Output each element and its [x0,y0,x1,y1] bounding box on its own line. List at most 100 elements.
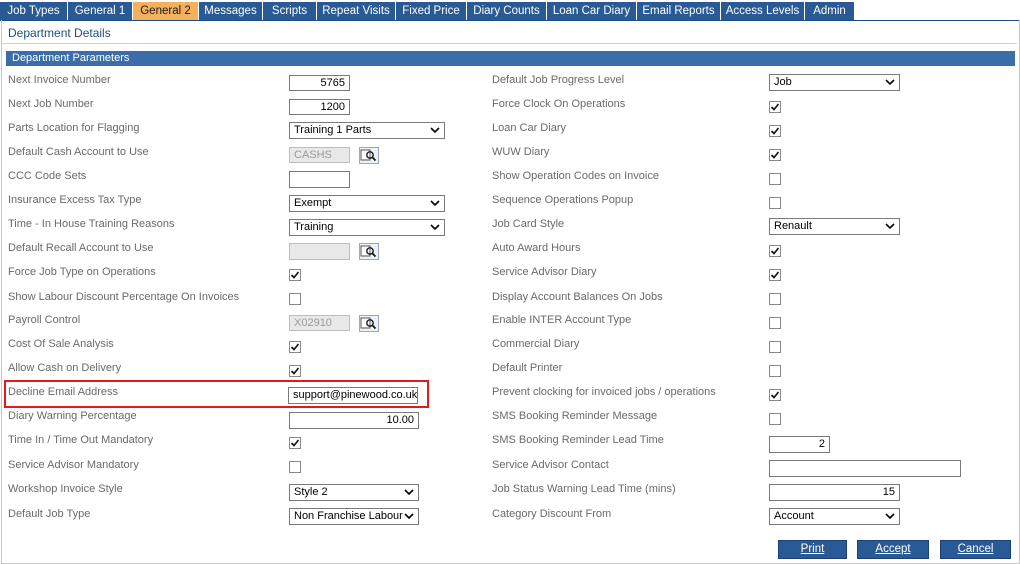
chevron-down-icon [885,513,895,520]
section-header: Department Parameters [6,51,1015,66]
ccc-code-sets-input[interactable] [289,171,350,188]
tab-admin[interactable]: Admin [805,2,855,20]
default-job-type-value: Non Franchise Labour [294,510,403,522]
insurance-excess-tax-select[interactable]: Exempt [289,195,445,212]
label-commercial-diary: Commercial Diary [492,338,580,350]
time-in-out-checkbox[interactable] [289,437,301,449]
label-service-advisor-contact: Service Advisor Contact [492,459,609,471]
label-payroll-control: Payroll Control [8,314,81,326]
checkmark-icon [770,247,780,255]
tab-job-types[interactable]: Job Types [0,2,68,20]
tab-fixed-price[interactable]: Fixed Price [396,2,467,20]
label-wuw-diary: WUW Diary [492,146,550,158]
allow-cash-checkbox[interactable] [289,365,301,377]
sequence-operations-checkbox[interactable] [769,197,781,209]
parts-location-value: Training 1 Parts [294,124,372,136]
cost-of-sale-checkbox[interactable] [289,341,301,353]
default-cash-account-input[interactable]: CASHS [289,147,350,163]
label-sms-lead-time: SMS Booking Reminder Lead Time [492,434,664,446]
sms-booking-message-checkbox[interactable] [769,413,781,425]
category-discount-value: Account [774,510,814,522]
parts-location-select[interactable]: Training 1 Parts [289,122,445,139]
force-job-type-checkbox[interactable] [289,269,301,281]
magnifier-icon [360,245,377,258]
lookup-button[interactable] [359,315,379,332]
label-auto-award-hours: Auto Award Hours [492,242,581,254]
job-card-style-select[interactable]: Renault [769,218,900,235]
tab-general-1[interactable]: General 1 [68,2,133,20]
default-job-type-select[interactable]: Non Franchise Labour [289,508,419,525]
chevron-down-icon [885,223,895,230]
highlight-box [4,380,429,408]
default-recall-account-input[interactable] [289,243,350,260]
loan-car-diary-checkbox[interactable] [769,125,781,137]
auto-award-hours-checkbox[interactable] [769,245,781,257]
default-job-progress-select[interactable]: Job [769,74,900,91]
label-service-advisor-diary: Service Advisor Diary [492,266,597,278]
label-ccc-code-sets: CCC Code Sets [8,170,87,182]
service-advisor-mandatory-checkbox[interactable] [289,461,301,473]
default-printer-checkbox[interactable] [769,365,781,377]
service-advisor-diary-checkbox[interactable] [769,269,781,281]
category-discount-select[interactable]: Account [769,508,900,525]
next-invoice-number-input[interactable]: 5765 [289,75,350,91]
service-advisor-contact-input[interactable] [769,460,961,477]
checkmark-icon [290,439,300,447]
label-sequence-operations: Sequence Operations Popup [492,194,634,206]
tab-access-levels[interactable]: Access Levels [721,2,805,20]
force-clock-checkbox[interactable] [769,101,781,113]
show-labour-discount-checkbox[interactable] [289,293,301,305]
checkmark-icon [770,391,780,399]
checkmark-icon [770,103,780,111]
insurance-excess-tax-value: Exempt [294,197,332,209]
lookup-button[interactable] [359,243,379,260]
show-operation-codes-checkbox[interactable] [769,173,781,185]
enable-inter-account-checkbox[interactable] [769,317,781,329]
magnifier-icon [360,149,377,162]
accept-button[interactable]: Accept [857,540,929,559]
label-next-job-number: Next Job Number [8,98,94,110]
label-force-job-type: Force Job Type on Operations [8,266,156,278]
checkmark-icon [290,343,300,351]
time-in-house-select[interactable]: Training [289,219,445,236]
wuw-diary-checkbox[interactable] [769,149,781,161]
label-default-recall-account: Default Recall Account to Use [8,242,154,254]
commercial-diary-checkbox[interactable] [769,341,781,353]
label-job-status-warning: Job Status Warning Lead Time (mins) [492,483,676,495]
workshop-invoice-style-select[interactable]: Style 2 [289,484,419,501]
diary-warning-input[interactable]: 10.00 [289,412,419,429]
display-account-balances-checkbox[interactable] [769,293,781,305]
sms-lead-time-input[interactable]: 2 [769,436,830,453]
next-job-number-input[interactable]: 1200 [289,99,350,115]
job-status-warning-input[interactable]: 15 [769,484,900,501]
tab-scripts[interactable]: Scripts [263,2,317,20]
label-cost-of-sale: Cost Of Sale Analysis [8,338,114,350]
cancel-button[interactable]: Cancel [940,540,1011,559]
chevron-down-icon [404,513,414,520]
lookup-button[interactable] [359,147,379,164]
label-time-in-out: Time In / Time Out Mandatory [8,434,154,446]
chevron-down-icon [430,224,440,231]
print-button[interactable]: Print [778,540,847,559]
tab-messages[interactable]: Messages [199,2,263,20]
checkmark-icon [770,271,780,279]
label-enable-inter-account: Enable INTER Account Type [492,314,632,326]
label-default-job-type: Default Job Type [8,508,91,520]
magnifier-icon [360,317,377,330]
checkmark-icon [770,127,780,135]
label-diary-warning: Diary Warning Percentage [8,410,137,422]
tab-general-2[interactable]: General 2 [133,2,199,20]
checkmark-icon [290,367,300,375]
payroll-control-input[interactable]: X02910 [289,315,350,331]
tab-email-reports[interactable]: Email Reports [637,2,721,20]
tab-repeat-visits[interactable]: Repeat Visits [317,2,396,20]
time-in-house-value: Training [294,221,334,233]
label-show-labour-discount: Show Labour Discount Percentage On Invoi… [8,291,240,303]
default-job-progress-value: Job [774,76,792,88]
chevron-down-icon [430,200,440,207]
tab-loan-car-diary[interactable]: Loan Car Diary [547,2,637,20]
tab-diary-counts[interactable]: Diary Counts [467,2,547,20]
label-job-card-style: Job Card Style [492,218,565,230]
label-sms-booking-message: SMS Booking Reminder Message [492,410,658,422]
prevent-clocking-checkbox[interactable] [769,389,781,401]
